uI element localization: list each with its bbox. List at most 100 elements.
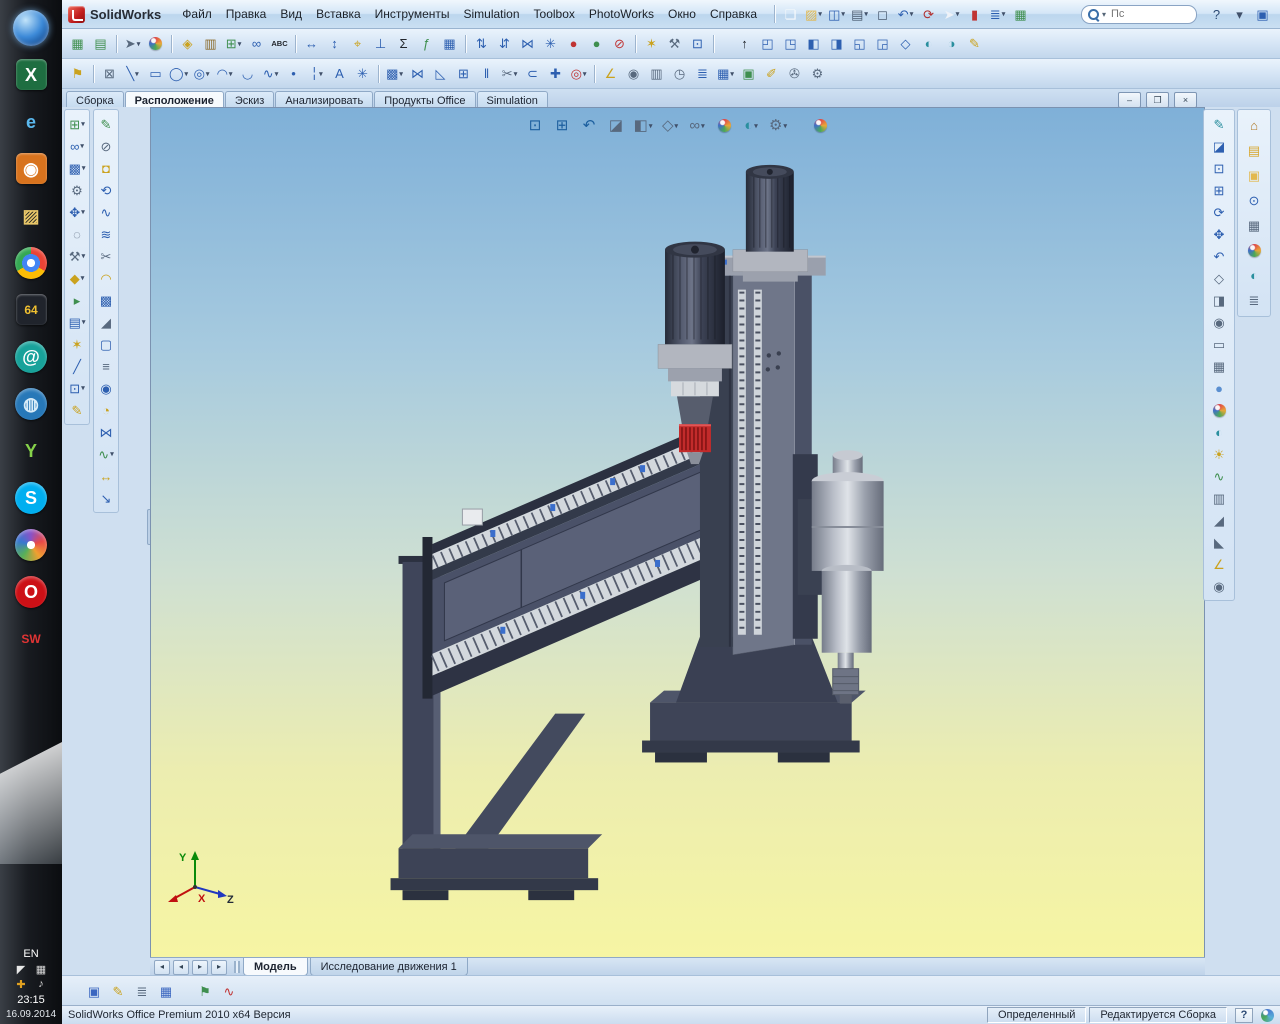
search-icon[interactable]: ⊙	[1243, 189, 1265, 212]
command-search[interactable]: ▾	[1081, 4, 1197, 24]
measure-icon[interactable]: ∠	[1208, 554, 1230, 574]
scene-icon[interactable]: ◐	[1208, 422, 1230, 442]
mirror-components-icon[interactable]: ⋈	[517, 33, 538, 54]
view-palette-icon[interactable]: ▦	[1243, 214, 1265, 237]
notes-icon[interactable]: ≣	[131, 980, 153, 1002]
image-icon[interactable]: ▣	[738, 63, 759, 84]
select-pointer-icon[interactable]: ➤ ▾	[941, 4, 962, 25]
menu-help[interactable]: Справка	[703, 4, 764, 24]
assembly-model[interactable]	[151, 108, 1204, 957]
flag-icon[interactable]: ⚑	[194, 980, 216, 1002]
menu-toolbox[interactable]: Toolbox	[527, 4, 582, 24]
wrap-icon[interactable]: ◉	[95, 378, 117, 398]
previous-view-icon[interactable]: ↶	[1208, 246, 1230, 266]
viewport-toggle-icon[interactable]: ▦	[67, 33, 88, 54]
edit-appearance-icon[interactable]	[712, 114, 737, 137]
flyout-arrow-icon[interactable]: ↘	[95, 488, 117, 508]
hide-show-icon[interactable]: ∞ ▾	[685, 114, 710, 137]
menu-tools[interactable]: Инструменты	[368, 4, 457, 24]
juice-icon[interactable]: Y	[0, 427, 62, 474]
no-external-ref-icon[interactable]: ⊘	[95, 136, 117, 156]
offset-icon[interactable]: ⊂	[522, 63, 543, 84]
help-button[interactable]: ?	[1206, 4, 1227, 25]
assembly-features-icon[interactable]: ⚒ ▾	[66, 246, 88, 266]
design-library-icon[interactable]: ▤	[1243, 139, 1265, 162]
mirror-entities-icon[interactable]: ⋈	[407, 63, 428, 84]
model-right-foot[interactable]	[642, 636, 866, 763]
mate-icon[interactable]: ∞	[246, 33, 267, 54]
pan-icon[interactable]: ✥	[1208, 224, 1230, 244]
doc-tab-model[interactable]: Модель	[243, 958, 308, 976]
help-menu-arrow-icon[interactable]: ▾	[1229, 4, 1250, 25]
arc-icon[interactable]: ◠ ▾	[214, 63, 235, 84]
instant3d-icon[interactable]: ↔	[95, 466, 117, 486]
menu-photoworks[interactable]: PhotoWorks	[582, 4, 661, 24]
up-axis-icon[interactable]: ↑	[734, 33, 755, 54]
explode-line-icon[interactable]: ╱	[66, 356, 88, 376]
zebra-stripes-icon[interactable]: ▥	[1208, 488, 1230, 508]
dome-icon[interactable]: ◔	[95, 400, 117, 420]
grid-icon[interactable]: ⊞	[453, 63, 474, 84]
new-document-icon[interactable]: ❏	[780, 4, 801, 25]
draft-analysis-icon[interactable]: ◢	[1208, 510, 1230, 530]
exploded-view-icon[interactable]: ✶	[641, 33, 662, 54]
pattern-icon[interactable]: ▩	[95, 290, 117, 310]
chart-icon[interactable]: ∿	[218, 980, 240, 1002]
appearance-green-icon[interactable]: ●	[586, 33, 607, 54]
align-vertical-icon[interactable]: ↕	[324, 33, 345, 54]
wireframe-icon[interactable]: ▭	[1208, 334, 1230, 354]
bom-icon[interactable]: ▤ ▾	[66, 312, 88, 332]
columns-icon[interactable]: ‖	[476, 63, 497, 84]
view-isometric-icon[interactable]: ◇	[895, 33, 916, 54]
file-explorer-icon[interactable]: ▣	[1243, 164, 1265, 187]
print-icon[interactable]: ▤ ▾	[849, 4, 870, 25]
sweep-icon[interactable]: ∿	[95, 202, 117, 222]
solidworks-app-icon[interactable]: SW	[0, 615, 62, 662]
open-document-icon[interactable]: ▨ ▾	[803, 4, 824, 25]
volume-icon[interactable]: ♪	[32, 978, 50, 991]
curves-icon[interactable]: ∿ ▾	[95, 444, 117, 464]
flash-drive-icon[interactable]: ▮	[964, 4, 985, 25]
undercut-icon[interactable]: ◣	[1208, 532, 1230, 552]
spell-check-icon[interactable]: ABC	[269, 33, 290, 54]
convert-entities-icon[interactable]: ✚	[545, 63, 566, 84]
format-painter-icon[interactable]: ✐	[761, 63, 782, 84]
save-icon[interactable]: ◫ ▾	[826, 4, 847, 25]
appearance-red-icon[interactable]: ●	[563, 33, 584, 54]
interference-detection-icon[interactable]: ⊡ ▾	[66, 378, 88, 398]
quick-tips-icon[interactable]	[1261, 1008, 1274, 1022]
search-scope-arrow-icon[interactable]: ▾	[1102, 10, 1106, 19]
view-back-icon[interactable]: ◳	[780, 33, 801, 54]
perspective-icon[interactable]: ◇	[1208, 268, 1230, 288]
view-left-icon[interactable]: ◧	[803, 33, 824, 54]
grid-view-icon[interactable]: ▦	[155, 980, 177, 1002]
edit-component-icon[interactable]: ▥	[200, 33, 221, 54]
opera-icon[interactable]: O	[0, 568, 62, 615]
smart-fasteners-icon[interactable]: ⚙	[66, 180, 88, 200]
tangent-arc-icon[interactable]: ◡	[237, 63, 258, 84]
eraser-icon[interactable]: ⊠	[99, 63, 120, 84]
lights-icon[interactable]: ☀	[1208, 444, 1230, 464]
component-pattern-icon[interactable]: ▩ ▾	[66, 158, 88, 178]
insert-components-icon[interactable]: ⊞ ▾	[66, 114, 88, 134]
line-icon[interactable]: ╲ ▾	[122, 63, 143, 84]
move-down-icon[interactable]: ⇵	[494, 33, 515, 54]
menu-simulation[interactable]: Simulation	[457, 4, 527, 24]
view-bottom-icon[interactable]: ◲	[872, 33, 893, 54]
statistics-icon[interactable]: ≣	[692, 63, 713, 84]
language-indicator[interactable]: EN	[23, 948, 38, 960]
expand-right-2-icon[interactable]: ▸	[211, 959, 227, 975]
start-button[interactable]	[0, 4, 62, 51]
equations-icon[interactable]: ƒ	[416, 33, 437, 54]
doc-tab-motion-study-1[interactable]: Исследование движения 1	[309, 958, 468, 976]
measure-icon[interactable]: ∠	[600, 63, 621, 84]
trim-icon[interactable]: ✂ ▾	[499, 63, 520, 84]
menu-view[interactable]: Вид	[273, 4, 309, 24]
display-style-icon[interactable]: ◇ ▾	[658, 114, 683, 137]
doc-minimize-button[interactable]: –	[1118, 92, 1141, 108]
pencil-icon[interactable]: ✎	[107, 980, 129, 1002]
appearances-icon[interactable]	[1243, 239, 1265, 262]
print-preview-icon[interactable]: ◻	[872, 4, 893, 25]
excel-icon[interactable]: X	[0, 51, 62, 98]
draft-icon[interactable]: ◢	[95, 312, 117, 332]
